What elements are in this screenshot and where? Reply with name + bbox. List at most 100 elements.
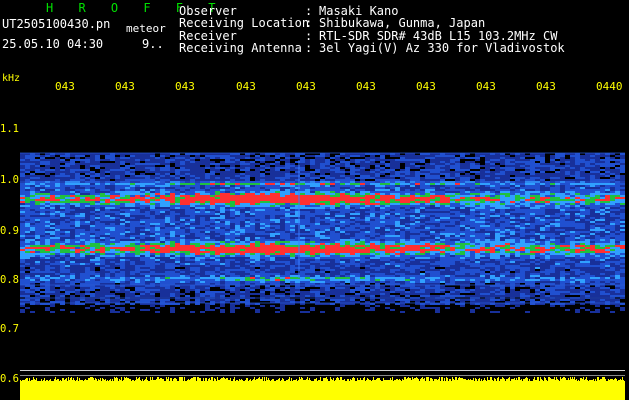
spectrogram-cell bbox=[535, 225, 540, 227]
spectrogram-cell bbox=[225, 187, 230, 189]
spectrogram-cell bbox=[325, 169, 330, 171]
spectrogram-cell bbox=[160, 185, 165, 187]
spectrogram-cell bbox=[65, 215, 70, 217]
spectrogram-cell bbox=[575, 233, 580, 235]
spectrogram-cell bbox=[460, 191, 465, 193]
spectrogram-cell bbox=[305, 235, 310, 237]
spectrogram-cell bbox=[175, 163, 180, 165]
spectrogram-cell bbox=[510, 207, 515, 209]
spectrogram-cell bbox=[565, 171, 570, 173]
spectrogram-cell bbox=[420, 191, 425, 193]
spectrogram-cell bbox=[260, 159, 265, 161]
spectrogram-cell bbox=[410, 223, 415, 225]
spectrogram-cell bbox=[580, 235, 585, 237]
spectrogram-cell bbox=[495, 167, 500, 169]
spectrogram-cell bbox=[410, 195, 415, 197]
spectrogram-cell bbox=[575, 205, 580, 207]
spectrogram-cell bbox=[575, 235, 580, 237]
spectrogram-cell bbox=[80, 199, 85, 201]
spectrogram-cell bbox=[50, 211, 55, 213]
spectrogram-cell bbox=[550, 223, 555, 225]
spectrogram-cell bbox=[525, 171, 530, 173]
spectrogram-cell bbox=[235, 167, 240, 169]
spectrogram-cell bbox=[405, 205, 410, 207]
spectrogram-cell bbox=[325, 223, 330, 225]
y-tick-label: 1.1 bbox=[0, 123, 19, 135]
spectrogram-cell bbox=[415, 175, 420, 177]
spectrogram-cell bbox=[125, 195, 130, 197]
spectrogram-cell bbox=[145, 213, 150, 215]
spectrogram-cell bbox=[240, 193, 245, 195]
spectrogram-cell bbox=[85, 211, 90, 213]
spectrogram-cell bbox=[230, 189, 235, 191]
spectrogram-cell bbox=[440, 229, 445, 231]
spectrogram-cell bbox=[290, 193, 295, 195]
spectrogram-cell bbox=[95, 155, 100, 157]
spectrogram-cell bbox=[475, 193, 480, 195]
spectrogram-cell bbox=[35, 199, 40, 201]
spectrogram-cell bbox=[535, 167, 540, 169]
spectrogram-cell bbox=[185, 225, 190, 227]
spectrogram-cell bbox=[490, 237, 495, 239]
spectrogram-cell bbox=[185, 171, 190, 173]
spectrogram-cell bbox=[335, 209, 340, 211]
spectrogram-cell bbox=[200, 175, 205, 177]
spectrogram-cell bbox=[275, 227, 280, 229]
spectrogram-cell bbox=[580, 177, 585, 179]
spectrogram-cell bbox=[505, 209, 510, 211]
spectrogram-cell bbox=[420, 197, 425, 199]
spectrogram-cell bbox=[245, 201, 250, 203]
spectrogram-cell bbox=[385, 221, 390, 223]
spectrogram-cell bbox=[415, 207, 420, 209]
spectrogram-cell bbox=[450, 209, 455, 211]
spectrogram-cell bbox=[530, 163, 535, 165]
spectrogram-cell bbox=[135, 169, 140, 171]
spectrogram-cell bbox=[265, 187, 270, 189]
spectrogram-cell bbox=[555, 211, 560, 213]
spectrogram-cell bbox=[235, 197, 240, 199]
spectrogram-cell bbox=[420, 205, 425, 207]
spectrogram-cell bbox=[570, 197, 575, 199]
spectrogram-cell bbox=[555, 225, 560, 227]
spectrogram-cell bbox=[490, 179, 495, 181]
spectrogram-cell bbox=[495, 165, 500, 167]
spectrogram-cell bbox=[275, 157, 280, 159]
spectrogram-cell bbox=[235, 183, 240, 185]
spectrogram-cell bbox=[300, 235, 305, 237]
spectrogram-cell bbox=[525, 205, 530, 207]
spectrogram-cell bbox=[415, 197, 420, 199]
spectrogram-cell bbox=[300, 183, 305, 185]
spectrogram-cell bbox=[60, 235, 65, 237]
spectrogram-cell bbox=[200, 215, 205, 217]
spectrogram-cell bbox=[375, 183, 380, 185]
spectrogram-cell bbox=[310, 229, 315, 231]
spectrogram-cell bbox=[185, 201, 190, 203]
spectrogram-cell bbox=[100, 207, 105, 209]
spectrogram-cell bbox=[590, 159, 595, 161]
spectrogram-cell bbox=[125, 177, 130, 179]
spectrogram-cell bbox=[235, 211, 240, 213]
spectrogram-cell bbox=[30, 163, 35, 165]
spectrogram-cell bbox=[545, 195, 550, 197]
spectrogram-cell bbox=[190, 187, 195, 189]
spectrogram-cell bbox=[240, 203, 245, 205]
spectrogram-cell bbox=[590, 235, 595, 237]
spectrogram-cell bbox=[305, 209, 310, 211]
spectrogram-cell bbox=[260, 217, 265, 219]
spectrogram-cell bbox=[355, 223, 360, 225]
spectrogram-cell bbox=[405, 201, 410, 203]
spectrogram-cell bbox=[490, 157, 495, 159]
spectrogram-cell bbox=[615, 203, 620, 205]
spectrogram-cell bbox=[30, 221, 35, 223]
spectrogram-cell bbox=[140, 173, 145, 175]
spectrogram-cell bbox=[500, 159, 505, 161]
spectrogram-cell bbox=[65, 201, 70, 203]
spectrogram-cell bbox=[570, 193, 575, 195]
spectrogram-cell bbox=[210, 155, 215, 157]
spectrogram-cell bbox=[470, 167, 475, 169]
spectrogram-cell bbox=[450, 187, 455, 189]
spectrogram-cell bbox=[235, 185, 240, 187]
spectrogram-cell bbox=[435, 227, 440, 229]
spectrogram-cell bbox=[40, 221, 45, 223]
spectrogram-cell bbox=[530, 165, 535, 167]
